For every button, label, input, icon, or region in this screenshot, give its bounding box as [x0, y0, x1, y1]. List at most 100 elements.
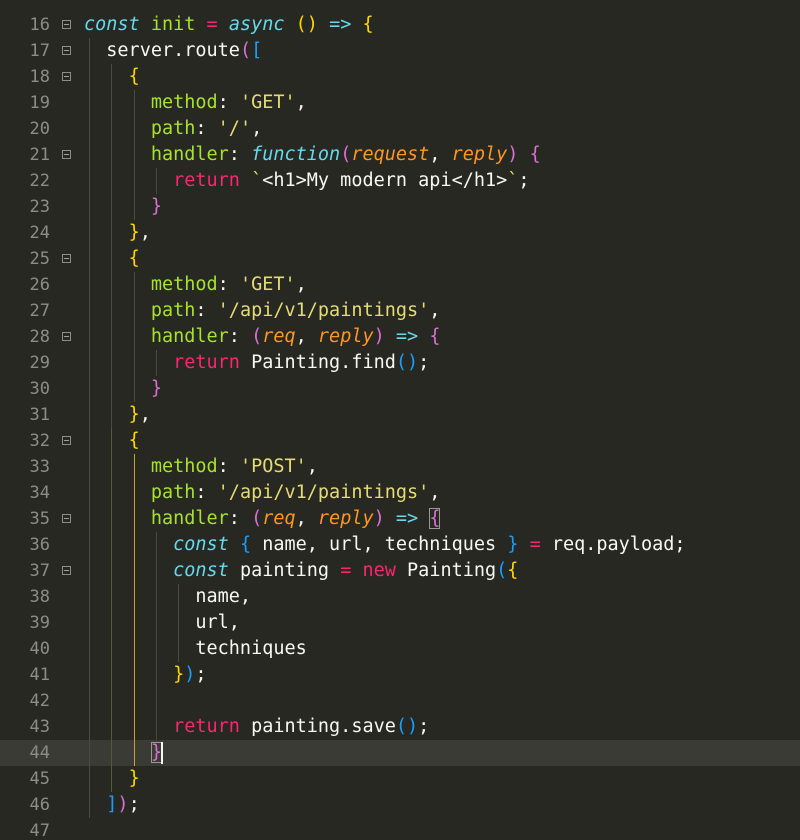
code-token: ( [340, 144, 352, 165]
fold-toggle-icon[interactable] [62, 436, 71, 445]
code-token: init [150, 14, 196, 35]
code-token: reply [317, 326, 374, 347]
line-number: 22 [29, 171, 50, 191]
code-token: ( [251, 326, 263, 347]
code-line[interactable]: 33 method: 'POST', [0, 454, 800, 480]
fold-toggle-icon[interactable] [62, 20, 71, 29]
code-line[interactable]: 31 }, [0, 402, 800, 428]
code-token: name, [84, 586, 252, 607]
line-gutter: 16 [0, 12, 80, 38]
code-line[interactable]: 25 { [0, 246, 800, 272]
code-editor[interactable]: 16 const init = async () => {17 server.ro… [0, 0, 800, 840]
code-line[interactable]: 30 } [0, 376, 800, 402]
code-token: ` [507, 170, 519, 191]
code-token: } [150, 378, 162, 399]
line-number: 24 [29, 223, 50, 243]
code-line[interactable]: 44 } [0, 740, 800, 766]
code-token: 'GET' [239, 274, 296, 295]
code-line[interactable]: 45 } [0, 766, 800, 792]
code-token: name, url, techniques [251, 534, 508, 555]
code-line[interactable]: 46 ]); [0, 792, 800, 818]
code-line[interactable]: 28 handler: (req, reply) => { [0, 324, 800, 350]
code-token: '/' [217, 118, 252, 139]
code-token: function [251, 144, 341, 165]
code-token: handler [150, 508, 229, 529]
line-number: 35 [29, 509, 50, 529]
code-line[interactable]: 19 method: 'GET', [0, 90, 800, 116]
fold-toggle-icon[interactable] [62, 514, 71, 523]
code-token: ) [184, 664, 196, 685]
code-token: { [507, 560, 519, 581]
code-token: { [128, 66, 140, 87]
code-line[interactable]: 47 [0, 818, 800, 840]
line-gutter: 26 [0, 272, 80, 298]
fold-toggle-icon[interactable] [62, 72, 71, 81]
code-text: ]); [84, 792, 139, 818]
code-token: '/api/v1/paintings' [217, 482, 430, 503]
code-token: ] [106, 794, 118, 815]
code-token: painting.save [239, 716, 396, 737]
line-number: 45 [29, 769, 50, 789]
code-line[interactable]: 42 [0, 688, 800, 714]
code-token: const [173, 534, 229, 555]
code-line[interactable]: 43 return painting.save(); [0, 714, 800, 740]
code-line[interactable]: 34 path: '/api/v1/paintings', [0, 480, 800, 506]
line-number: 26 [29, 275, 50, 295]
code-line[interactable]: 36 const { name, url, techniques } = req… [0, 532, 800, 558]
code-line[interactable]: 40 techniques [0, 636, 800, 662]
code-line[interactable]: 26 method: 'GET', [0, 272, 800, 298]
line-gutter: 42 [0, 688, 80, 714]
line-gutter: 40 [0, 636, 80, 662]
code-line[interactable]: 20 path: '/', [0, 116, 800, 142]
line-gutter: 39 [0, 610, 80, 636]
code-token: Painting [395, 560, 497, 581]
line-gutter: 23 [0, 194, 80, 220]
code-line[interactable]: 37 const painting = new Painting({ [0, 558, 800, 584]
code-line[interactable]: 41 }); [0, 662, 800, 688]
fold-toggle-icon[interactable] [62, 254, 71, 263]
code-line[interactable]: 17 server.route([ [0, 38, 800, 64]
code-token: { [128, 430, 140, 451]
code-line[interactable]: 24 }, [0, 220, 800, 246]
fold-toggle-icon[interactable] [62, 566, 71, 575]
fold-toggle-icon[interactable] [62, 332, 71, 341]
line-number: 31 [29, 405, 50, 425]
code-token: : [217, 92, 240, 113]
code-token: ` [251, 170, 263, 191]
code-token: ) [507, 144, 519, 165]
code-line[interactable]: 23 } [0, 194, 800, 220]
code-line[interactable]: 18 { [0, 64, 800, 90]
code-line[interactable]: 16 const init = async () => { [0, 12, 800, 38]
code-line[interactable]: 32 { [0, 428, 800, 454]
line-gutter: 20 [0, 116, 80, 142]
code-line[interactable]: 35 handler: (req, reply) => { [0, 506, 800, 532]
code-line[interactable]: 29 return Painting.find(); [0, 350, 800, 376]
line-number: 32 [29, 431, 50, 451]
code-line[interactable]: 27 path: '/api/v1/paintings', [0, 298, 800, 324]
line-number: 44 [29, 743, 50, 763]
code-line[interactable]: 38 name, [0, 584, 800, 610]
code-token: , [139, 222, 151, 243]
line-number: 38 [29, 587, 50, 607]
line-gutter: 21 [0, 142, 80, 168]
code-text: method: 'GET', [84, 90, 307, 116]
code-token: ) [117, 794, 129, 815]
code-token: , [295, 326, 318, 347]
code-line[interactable]: 22 return `<h1>My modern api</h1>`; [0, 168, 800, 194]
code-token: { [239, 534, 252, 555]
code-line[interactable]: 21 handler: function(request, reply) { [0, 142, 800, 168]
fold-toggle-icon[interactable] [62, 46, 71, 55]
code-token: : [228, 326, 252, 347]
fold-toggle-icon[interactable] [62, 150, 71, 159]
code-token: handler [150, 144, 229, 165]
code-line[interactable]: 39 url, [0, 610, 800, 636]
